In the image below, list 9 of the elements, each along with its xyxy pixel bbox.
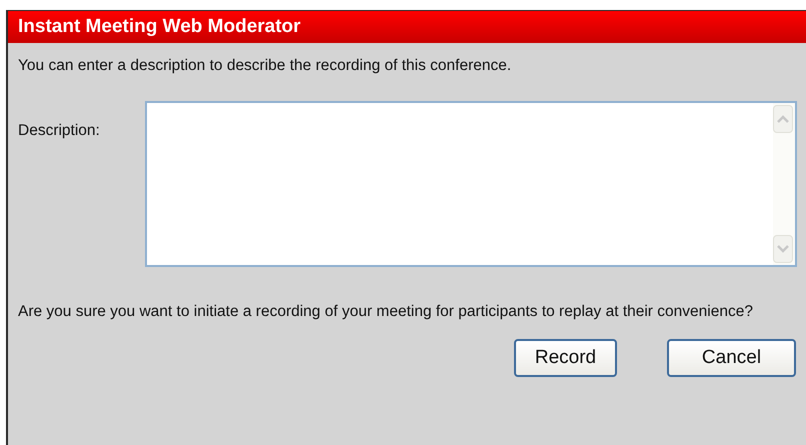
intro-text: You can enter a description to describe the recording of this conference.: [18, 56, 512, 76]
description-field[interactable]: [145, 101, 797, 267]
record-button[interactable]: Record: [514, 339, 617, 377]
scroll-up-icon[interactable]: [773, 105, 793, 133]
window-title: Instant Meeting Web Moderator: [18, 14, 301, 39]
question-text: Are you sure you want to initiate a recording of your meeting for participants to replay at their convenience?: [18, 302, 754, 322]
description-label: Description:: [18, 121, 101, 141]
cancel-button[interactable]: Cancel: [667, 339, 796, 377]
scroll-down-icon[interactable]: [773, 235, 793, 263]
